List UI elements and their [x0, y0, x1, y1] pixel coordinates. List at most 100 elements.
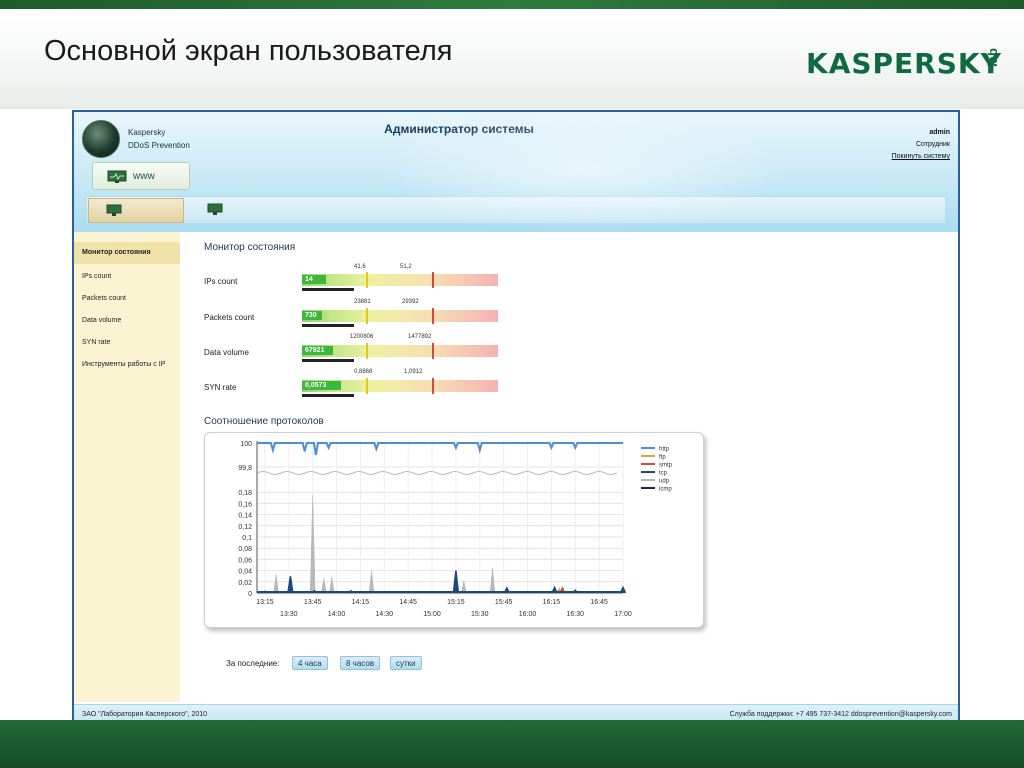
y-tick-label: 0,02	[238, 580, 252, 587]
user-name: admin	[929, 129, 950, 136]
gauge-crit-threshold: 29392	[402, 299, 419, 305]
gauge-value: 0,0573	[305, 382, 327, 389]
logout-link[interactable]: Покинуть систему	[892, 151, 950, 163]
series-udp-spike	[321, 577, 327, 594]
x-tick-label: 15:45	[495, 599, 513, 606]
gauge-warn-threshold: 0,8868	[354, 369, 373, 375]
legend-label: ftp	[659, 455, 666, 461]
x-tick-label: 15:00	[423, 611, 441, 618]
gauge-baseline	[302, 324, 354, 327]
sidebar-item-syn-rate[interactable]: SYN rate	[74, 332, 180, 354]
gauge-ips-count: 14	[302, 272, 498, 288]
gauge-crit-marker	[432, 272, 434, 288]
x-tick-label: 17:00	[614, 611, 632, 618]
legend-label: smtp	[659, 463, 673, 469]
nav-item-monitor[interactable]	[88, 198, 184, 223]
sidebar: Монитор состояния IPs count Packets coun…	[74, 232, 180, 702]
user-box: admin Сотрудник Покинуть систему	[892, 127, 950, 163]
series-udp-spike	[329, 576, 335, 594]
series-udp-spike	[309, 494, 316, 594]
gauge-value: 67921	[305, 347, 325, 354]
gauge-value: 730	[305, 312, 317, 319]
slide-title: Основной экран пользователя	[44, 35, 453, 67]
site-tab-label: www	[133, 171, 155, 182]
series-udp-spike	[489, 567, 496, 594]
gauge-warn-threshold: 23881	[354, 299, 371, 305]
gauge-label-ips-count: IPs count	[204, 277, 238, 286]
y-tick-label: 99,8	[238, 465, 252, 472]
gauge-baseline	[302, 394, 354, 397]
sidebar-item-packets-count[interactable]: Packets count	[74, 288, 180, 310]
gauge-value: 14	[305, 276, 313, 283]
kaspersky-logo: KASPERSKY lab	[806, 47, 1002, 87]
gauge-warn-marker	[366, 272, 368, 288]
gauge-crit-marker	[432, 308, 434, 324]
protocol-ratio-chart: 100 99,8 0,18 0,16 0,14 0,12 0,1 0,08 0,06 0,04 0,…	[238, 441, 673, 618]
y-tick-label: 0,1	[242, 535, 252, 542]
y-tick-label: 0,16	[238, 501, 252, 508]
x-tick-label: 13:15	[256, 599, 274, 606]
gauge-crit-marker	[432, 378, 434, 394]
gauge-baseline	[302, 288, 354, 291]
x-tick-label: 14:00	[328, 611, 346, 618]
x-tick-label: 15:30	[471, 611, 489, 618]
x-tick-label: 15:15	[447, 599, 465, 606]
gauge-label-data-volume: Data volume	[204, 348, 249, 357]
legend-label: udp	[659, 479, 670, 485]
gauge-warn-marker	[366, 308, 368, 324]
period-day-button[interactable]: сутки	[390, 656, 422, 670]
axis-break	[256, 471, 618, 475]
legend-label: http	[659, 447, 670, 453]
x-tick-label: 14:15	[352, 599, 370, 606]
protocols-section-title: Соотношение протоколов	[204, 416, 324, 427]
y-tick-label: 0	[248, 591, 252, 598]
x-tick-label: 14:30	[376, 611, 394, 618]
site-tab-www[interactable]: www	[92, 162, 190, 190]
y-tick-label: 0,18	[238, 490, 252, 497]
legend-label: icmp	[659, 487, 672, 493]
x-tick-label: 16:00	[519, 611, 537, 618]
gauge-label-packets-count: Packets count	[204, 313, 255, 322]
protocol-chart-panel: 100 99,8 0,18 0,16 0,14 0,12 0,1 0,08 0,06 0,04 0,…	[204, 432, 704, 628]
page-title: Администратор системы	[384, 122, 534, 136]
x-tick-label: 13:30	[280, 611, 298, 618]
x-tick-label: 16:15	[543, 599, 561, 606]
x-tick-label: 13:45	[304, 599, 322, 606]
sidebar-item-data-volume[interactable]: Data volume	[74, 310, 180, 332]
app-window: Kaspersky DDoS Prevention Администратор …	[72, 110, 960, 724]
gauge-warn-marker	[366, 378, 368, 394]
gauge-crit-threshold: 1477892	[408, 334, 432, 340]
period-4h-button[interactable]: 4 часа	[292, 656, 328, 670]
gauge-crit-marker	[432, 343, 434, 359]
monitor-section-title: Монитор состояния	[204, 242, 296, 253]
slide-top-bar	[0, 0, 1024, 9]
gauge-warn-threshold: 1200806	[350, 334, 374, 340]
period-8h-button[interactable]: 8 часов	[340, 656, 381, 670]
monitor-icon	[106, 204, 122, 216]
gauge-crit-threshold: 1,0912	[404, 369, 423, 375]
gauge-crit-threshold: 51,2	[400, 264, 412, 270]
period-label: За последние:	[226, 659, 280, 668]
sidebar-item-ip-tools[interactable]: Инструменты работы с IP	[74, 354, 180, 376]
legend-label: tcp	[659, 471, 668, 477]
nav-item-monitor-2-icon[interactable]	[207, 203, 223, 216]
x-tick-label: 16:45	[590, 599, 608, 606]
slide-bottom-bar	[0, 720, 1024, 768]
logo-text: KASPERSKY	[806, 47, 1002, 80]
sidebar-item-monitor[interactable]: Монитор состояния	[74, 242, 180, 264]
sidebar-item-ips-count[interactable]: IPs count	[74, 266, 180, 288]
logo-lab-text: lab	[985, 48, 1001, 67]
gauge-baseline	[302, 359, 354, 362]
series-udp-spike	[273, 573, 279, 594]
x-tick-label: 14:45	[399, 599, 417, 606]
gauge-warn-threshold: 41,6	[354, 264, 366, 270]
gauge-warn-marker	[366, 343, 368, 359]
series-tcp-spike	[452, 570, 460, 594]
y-tick-label: 0,12	[238, 524, 252, 531]
slide-header: Основной экран пользователя KASPERSKY la…	[0, 9, 1024, 109]
navigation-band	[86, 196, 946, 224]
y-tick-label: 0,14	[238, 513, 252, 520]
brand-line-2: DDoS Prevention	[128, 141, 190, 150]
app-header: Kaspersky DDoS Prevention Администратор …	[74, 112, 958, 232]
y-tick-label: 0,04	[238, 569, 252, 576]
